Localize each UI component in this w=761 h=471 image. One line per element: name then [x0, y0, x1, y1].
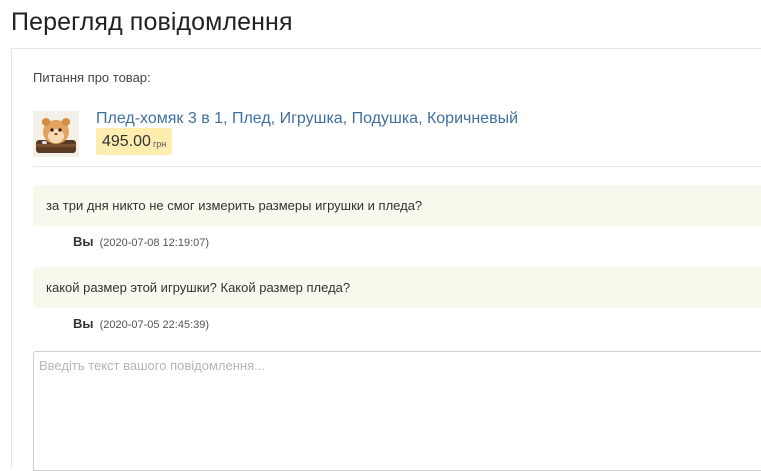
- product-thumbnail[interactable]: [33, 111, 79, 157]
- message-meta: Вы (2020-07-08 12:19:07): [73, 234, 209, 249]
- product-link[interactable]: Плед-хомяк 3 в 1, Плед, Игрушка, Подушка…: [96, 110, 518, 128]
- message-panel: Питання про товар: Плед-хомяк 3 в 1, Пле…: [11, 48, 761, 471]
- divider: [33, 166, 761, 167]
- message-author: Вы: [73, 234, 94, 249]
- hamster-plush-image: [33, 111, 79, 157]
- message-bubble: какой размер этой игрушки? Какой размер …: [33, 267, 761, 308]
- message-bubble: за три дня никто не смог измерить размер…: [33, 185, 761, 226]
- question-label: Питання про товар:: [33, 70, 151, 85]
- message-author: Вы: [73, 316, 94, 331]
- product-card: Плед-хомяк 3 в 1, Плед, Игрушка, Подушка…: [33, 109, 761, 157]
- price-badge: 495.00 грн: [96, 128, 173, 155]
- page-title: Перегляд повідомлення: [11, 8, 293, 36]
- price-currency: грн: [152, 138, 167, 149]
- message-timestamp: (2020-07-08 12:19:07): [99, 237, 210, 249]
- message-meta: Вы (2020-07-05 22:45:39): [73, 316, 209, 331]
- message-timestamp: (2020-07-05 22:45:39): [99, 319, 210, 331]
- price-amount: 495.00: [102, 132, 151, 150]
- reply-textarea[interactable]: [33, 351, 761, 471]
